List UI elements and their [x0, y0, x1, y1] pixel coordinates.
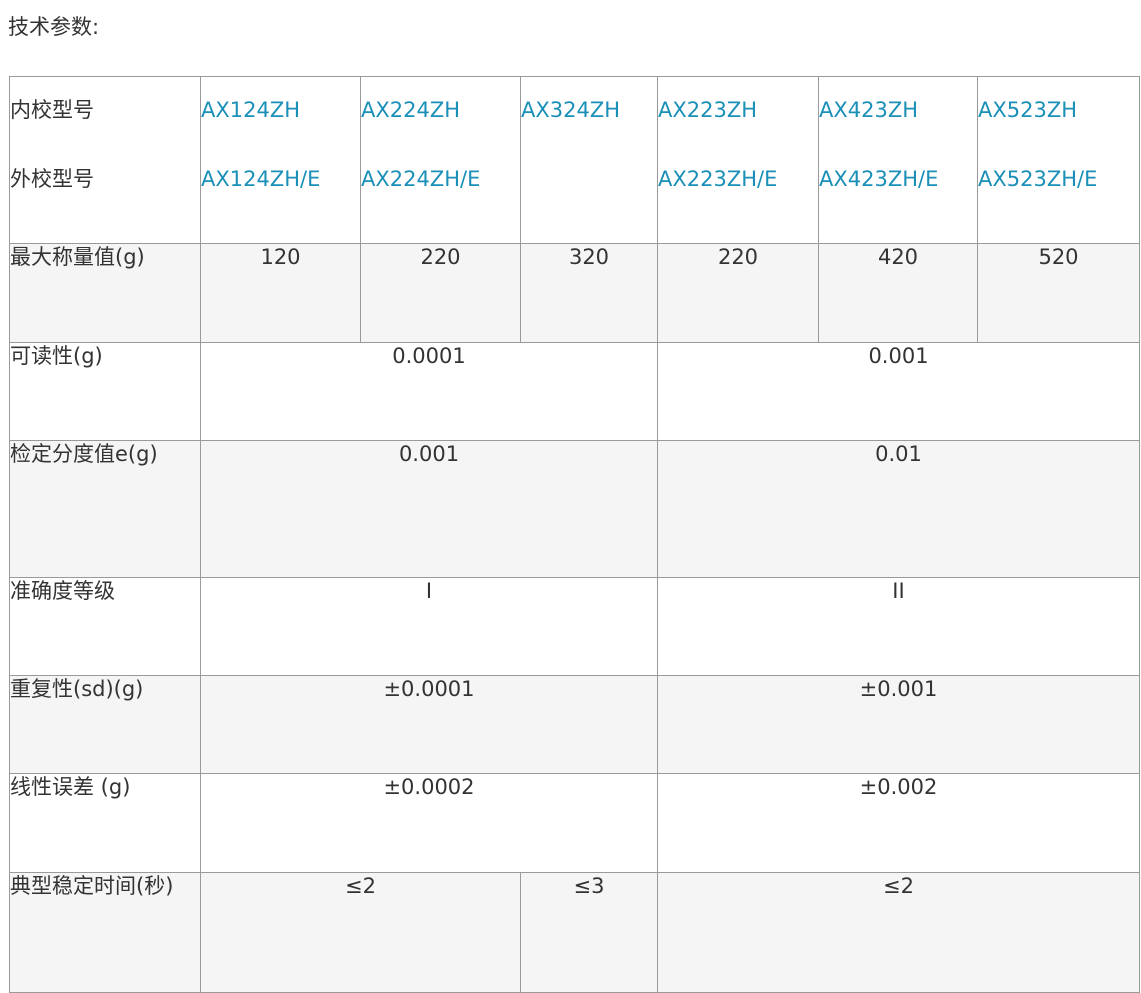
table-cell: ≤3 [520, 872, 658, 993]
spec-table: 内校型号 外校型号 AX124ZH AX124ZH/E AX224ZH AX22… [9, 76, 1140, 993]
row-label: 典型稳定时间(秒) [9, 872, 201, 993]
internal-model-link[interactable]: AX324ZH [522, 97, 657, 123]
model-cell: AX324ZH [520, 76, 658, 244]
table-cell: ±0.002 [657, 773, 1140, 873]
table-cell: 120 [200, 243, 361, 343]
section-heading: 技术参数: [8, 15, 100, 39]
internal-model-link[interactable]: AX124ZH [202, 97, 360, 123]
row-label: 可读性(g) [9, 342, 201, 441]
table-row-repeatability: 重复性(sd)(g) ±0.0001 ±0.001 [9, 675, 1140, 774]
table-cell: 420 [818, 243, 978, 343]
table-row-linearity: 线性误差 (g) ±0.0002 ±0.002 [9, 773, 1140, 873]
model-cell: AX523ZH AX523ZH/E [977, 76, 1140, 244]
table-cell: ≤2 [657, 872, 1140, 993]
external-model-link[interactable]: AX224ZH/E [362, 166, 520, 192]
external-model-link[interactable]: AX124ZH/E [202, 166, 360, 192]
table-cell: ±0.0002 [200, 773, 658, 873]
table-cell: ±0.0001 [200, 675, 658, 774]
table-cell: 0.0001 [200, 342, 658, 441]
table-cell: 220 [657, 243, 819, 343]
row-label: 准确度等级 [9, 577, 201, 676]
table-cell: ≤2 [200, 872, 521, 993]
table-row-stabilization-time: 典型稳定时间(秒) ≤2 ≤3 ≤2 [9, 872, 1140, 993]
table-row-accuracy-class: 准确度等级 I II [9, 577, 1140, 676]
external-model-link[interactable]: AX523ZH/E [979, 166, 1139, 192]
internal-model-link[interactable]: AX423ZH [820, 97, 977, 123]
model-cell: AX223ZH AX223ZH/E [657, 76, 819, 244]
row-label: 重复性(sd)(g) [9, 675, 201, 774]
table-cell: 0.01 [657, 440, 1140, 578]
table-cell: 320 [520, 243, 658, 343]
internal-model-link[interactable]: AX523ZH [979, 97, 1139, 123]
table-cell: 220 [360, 243, 521, 343]
table-cell: 0.001 [657, 342, 1140, 441]
model-label-cell: 内校型号 外校型号 [9, 76, 201, 244]
internal-model-link[interactable]: AX223ZH [659, 97, 818, 123]
internal-model-label: 内校型号 [10, 98, 95, 122]
row-label: 最大称量值(g) [9, 243, 201, 343]
model-cell: AX124ZH AX124ZH/E [200, 76, 361, 244]
model-cell: AX423ZH AX423ZH/E [818, 76, 978, 244]
table-row-max-capacity: 最大称量值(g) 120 220 320 220 420 520 [9, 243, 1140, 343]
external-model-label: 外校型号 [10, 167, 95, 191]
external-model-link[interactable]: AX423ZH/E [820, 166, 977, 192]
external-model-link[interactable] [522, 166, 657, 192]
row-label: 线性误差 (g) [9, 773, 201, 873]
table-row-models: 内校型号 外校型号 AX124ZH AX124ZH/E AX224ZH AX22… [9, 76, 1140, 244]
table-row-verification-interval: 检定分度值e(g) 0.001 0.01 [9, 440, 1140, 578]
table-row-readability: 可读性(g) 0.0001 0.001 [9, 342, 1140, 441]
table-cell: 520 [977, 243, 1140, 343]
row-label: 检定分度值e(g) [9, 440, 201, 578]
table-cell: I [200, 577, 658, 676]
table-cell: ±0.001 [657, 675, 1140, 774]
table-cell: 0.001 [200, 440, 658, 578]
internal-model-link[interactable]: AX224ZH [362, 97, 520, 123]
model-cell: AX224ZH AX224ZH/E [360, 76, 521, 244]
external-model-link[interactable]: AX223ZH/E [659, 166, 818, 192]
table-cell: II [657, 577, 1140, 676]
